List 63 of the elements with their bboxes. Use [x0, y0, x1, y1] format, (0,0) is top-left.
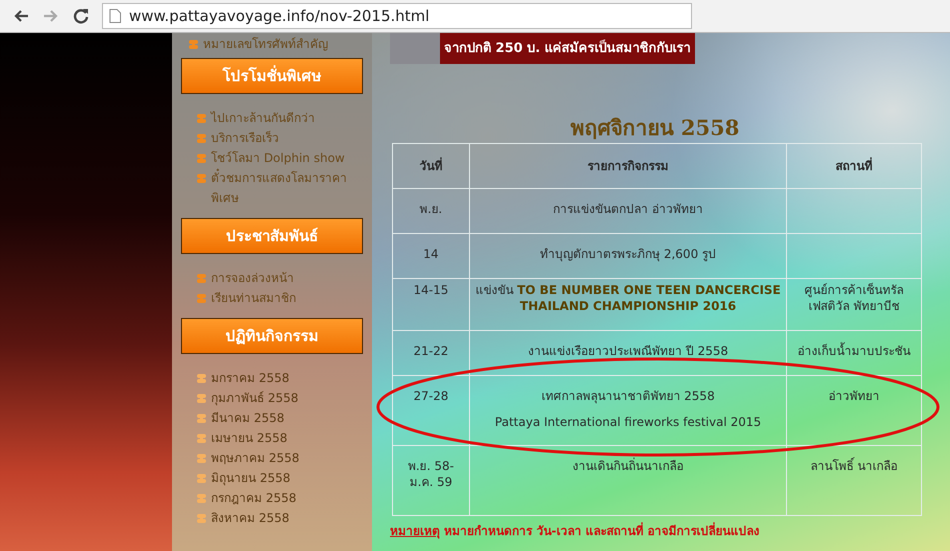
month-link[interactable]: กรกฎาคม 2558: [211, 488, 296, 508]
bullet-icon: [196, 393, 207, 404]
sidebar-link[interactable]: หมายเลขโทรศัพท์สำคัญ: [203, 34, 328, 54]
sidebar-link[interactable]: เรียนท่านสมาชิก: [211, 288, 296, 308]
sidebar-link[interactable]: การจองล่วงหน้า: [211, 268, 294, 288]
month-link[interactable]: มกราคม 2558: [211, 368, 290, 388]
month-link[interactable]: เมษายน 2558: [211, 428, 288, 448]
month-link[interactable]: พฤษภาคม 2558: [211, 448, 300, 468]
bullet-icon: [196, 493, 207, 504]
banner-text: จากปกติ 250 บ. แค่สมัครเป็นสมาชิกกับเรา: [443, 38, 692, 58]
section-heading: ประชาสัมพันธ์: [181, 218, 363, 254]
table-cell: อ่างเก็บน้ำมาบประชัน: [786, 330, 922, 376]
section-heading: โปรโมชั่นพิเศษ: [181, 58, 363, 94]
table-cell: 14-15: [392, 278, 470, 330]
bullet-icon: [196, 433, 207, 444]
page-title: พฤศจิกายน 2558: [570, 115, 740, 141]
reload-icon: [73, 8, 89, 24]
sidebar-link[interactable]: ตั๋วชมการแสดงโลมาราคาพิเศษ: [211, 168, 364, 208]
table-cell: ลานโพธิ์ นาเกลือ: [786, 446, 922, 516]
column-header: วันที่: [392, 144, 470, 188]
table-cell: พ.ย. 58-ม.ค. 59: [392, 446, 470, 516]
table-cell: พ.ย.: [392, 188, 470, 234]
table-cell: 14: [392, 234, 470, 278]
bullet-icon: [196, 273, 207, 284]
section-heading: ปฏิทินกิจกรรม: [181, 318, 363, 354]
column-header: สถานที่: [786, 144, 922, 188]
bullet-icon: [196, 113, 207, 124]
bullet-icon: [196, 453, 207, 464]
photo-placeholder: [390, 33, 440, 64]
bullet-icon: [196, 173, 207, 184]
month-link[interactable]: กุมภาพันธ์ 2558: [211, 388, 298, 408]
address-field[interactable]: www.pattayavoyage.info/nov-2015.html: [102, 3, 692, 29]
table-cell: งานแข่งเรือยาวประเพณีพัทยา ปี 2558: [469, 330, 787, 376]
column-header: รายการกิจกรรม: [469, 144, 787, 188]
table-cell: ศูนย์การค้าเซ็นทรัล เฟสติวัล พัทยาบีช: [786, 278, 922, 330]
bullet-icon: [196, 293, 207, 304]
note-text: หมายเหตุ หมายกำหนดการ วัน-เวลา และสถานที่ อาจมีการเปลี่ยนแปลง: [390, 522, 761, 540]
bullet-icon: [196, 133, 207, 144]
page-icon: [109, 9, 121, 23]
bullet-icon: [196, 373, 207, 384]
table-cell: งานเดินกินถิ่นนาเกลือ: [469, 446, 787, 516]
bullet-icon: [196, 473, 207, 484]
forward-arrow-icon: [43, 8, 59, 24]
table-cell: 27-28: [392, 376, 470, 446]
table-cell-line: Pattaya International fireworks festival 2015: [494, 414, 762, 430]
month-link[interactable]: สิงหาคม 2558: [211, 508, 290, 528]
sidebar-link[interactable]: โชว์โลมา Dolphin show: [211, 148, 345, 168]
month-link[interactable]: มิถุนายน 2558: [211, 468, 290, 488]
bullet-icon: [196, 413, 207, 424]
banner-ad[interactable]: จากปกติ 250 บ. แค่สมัครเป็นสมาชิกกับเรา: [390, 33, 695, 64]
table-cell: อ่าวพัทยา: [786, 376, 922, 446]
bullet-icon: [196, 153, 207, 164]
bullet-icon: [188, 39, 199, 50]
bullet-icon: [196, 513, 207, 524]
back-arrow-icon: [13, 8, 29, 24]
month-link[interactable]: มีนาคม 2558: [211, 408, 284, 428]
table-cell: 21-22: [392, 330, 470, 376]
table-cell: แข่งขัน TO BE NUMBER ONE TEEN DANCERCISE THAILAND CHAMPIONSHIP 2016: [469, 278, 787, 330]
table-cell-line: เทศกาลพลุนานาชาติพัทยา 2558: [540, 388, 716, 404]
sidebar-link[interactable]: บริการเรือเร็ว: [211, 128, 279, 148]
table-cell: ทำบุญตักบาตรพระภิกษุ 2,600 รูป: [469, 234, 787, 278]
table-cell: การแข่งขันตกปลา อ่าวพัทยา: [469, 188, 787, 234]
sidebar-link[interactable]: ไปเกาะล้านกันดีกว่า: [211, 108, 315, 128]
